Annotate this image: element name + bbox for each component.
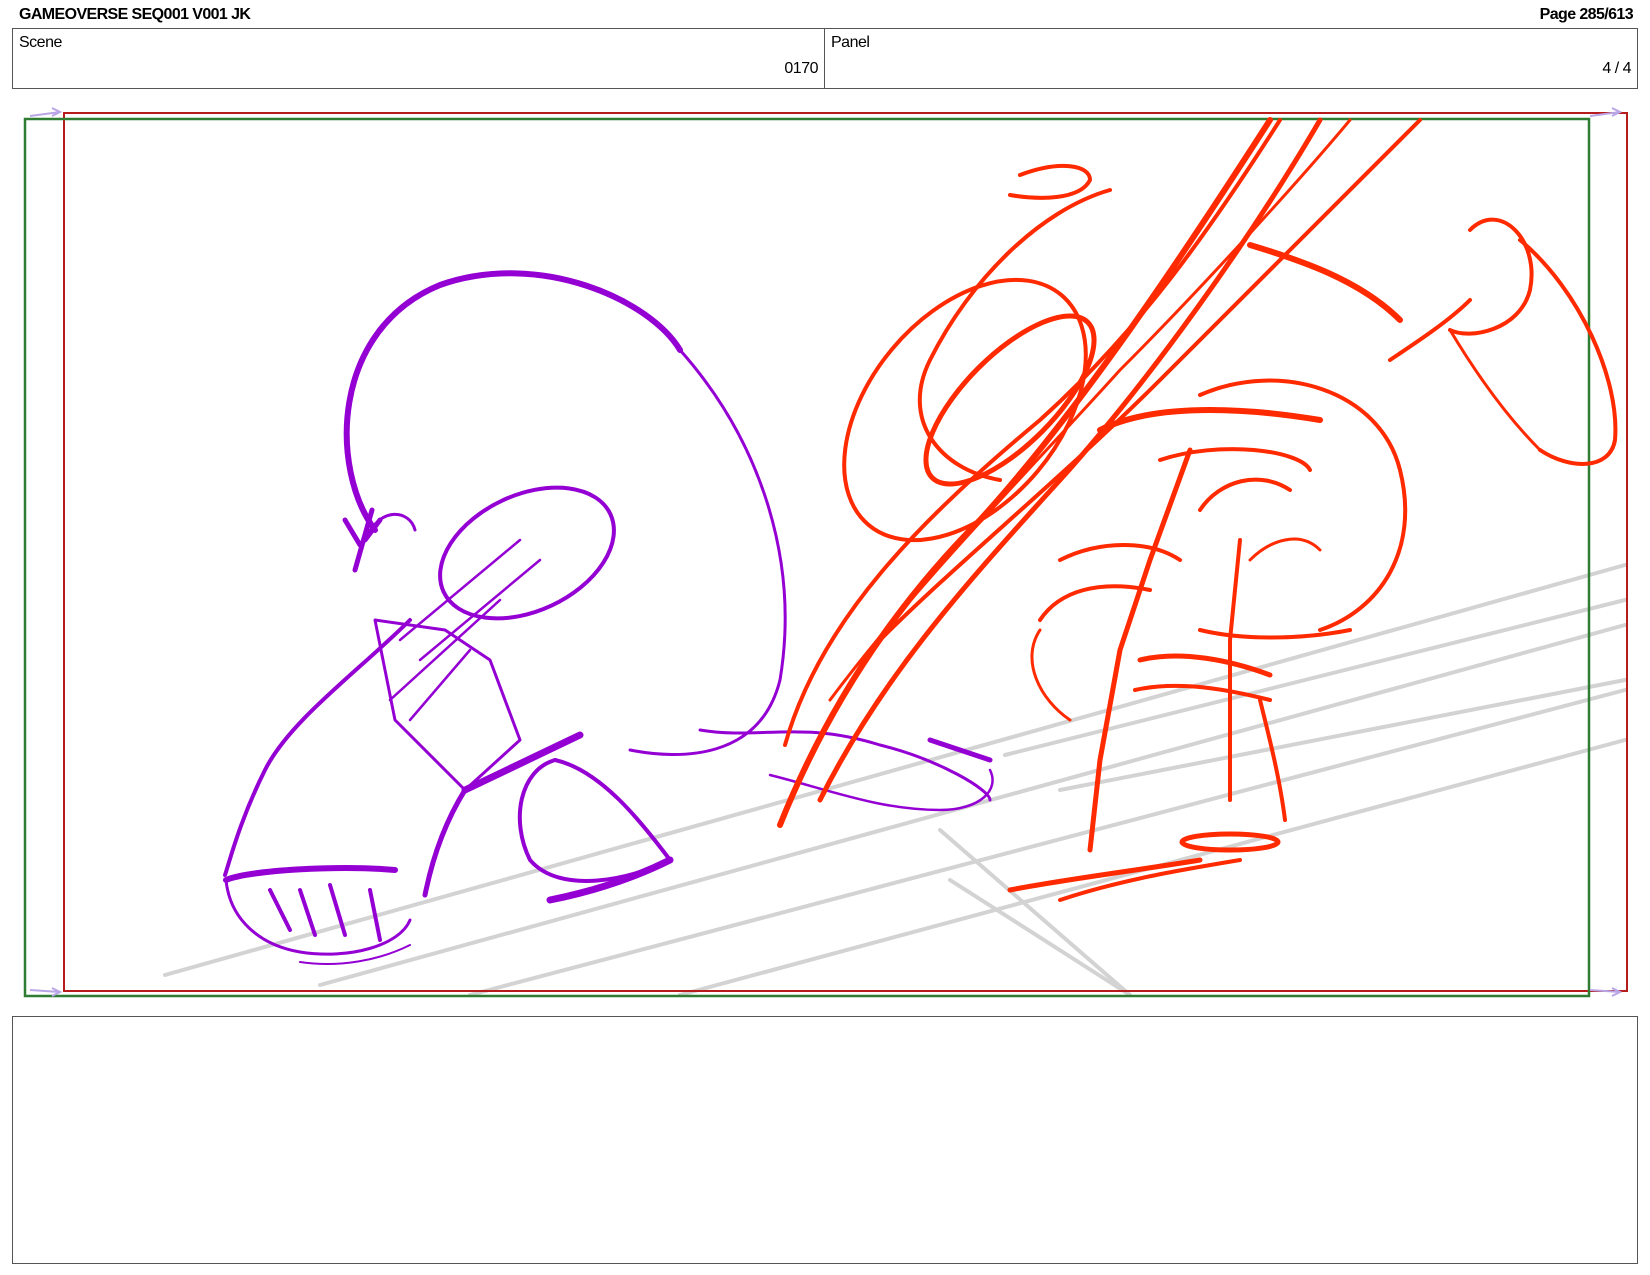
frame-corner-arrows <box>29 107 1623 997</box>
character-right-sketch <box>777 117 1618 902</box>
perspective-lines <box>163 563 1627 997</box>
camera-frame <box>63 112 1628 992</box>
dialogue-notes-box <box>12 1016 1638 1264</box>
character-left-sketch <box>223 270 994 965</box>
storyboard-panel <box>23 107 1628 998</box>
safe-frame <box>23 117 1591 998</box>
